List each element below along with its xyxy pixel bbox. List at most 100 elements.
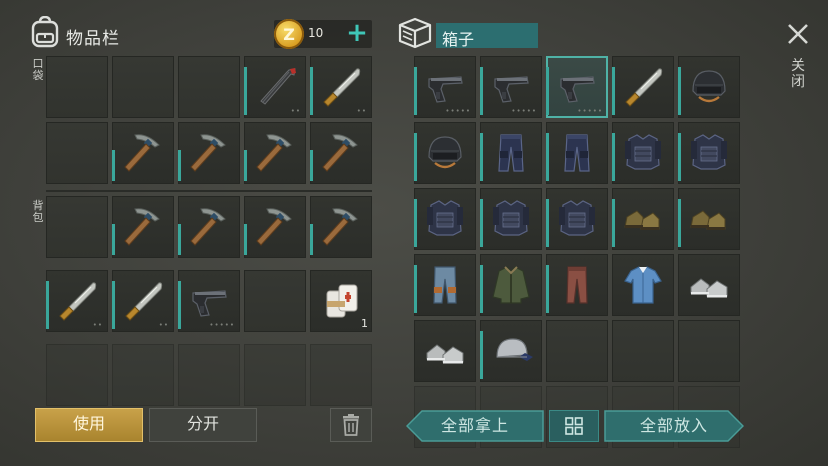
put-all-label: 全部放入 <box>639 416 708 435</box>
pants-armor-icon <box>564 134 590 172</box>
durability-bar <box>546 265 549 313</box>
box-grid: ••••• ••••• ••••• <box>414 56 740 448</box>
pistol-icon <box>428 76 463 103</box>
inventory-slot[interactable]: •• <box>46 270 108 332</box>
coin-count: 10 <box>308 26 324 40</box>
add-coins-button[interactable]: + <box>346 20 368 48</box>
inventory-slot[interactable] <box>178 196 240 258</box>
inventory-slot[interactable] <box>112 56 174 118</box>
inventory-slot[interactable] <box>244 270 306 332</box>
durability-bar <box>112 224 115 255</box>
sort-button[interactable] <box>549 410 599 442</box>
inventory-slot[interactable] <box>244 344 306 406</box>
shirt-icon <box>624 266 662 304</box>
box-slot[interactable] <box>546 122 608 184</box>
boots-icon <box>690 210 726 230</box>
inventory-slot[interactable] <box>46 122 108 184</box>
vest-icon <box>559 200 595 236</box>
item-level-dots: •• <box>290 107 301 115</box>
box-slot[interactable] <box>480 188 542 250</box>
item-level-dots: •• <box>92 321 103 329</box>
inventory-slot[interactable] <box>244 122 306 184</box>
backpack-icon <box>31 16 59 48</box>
item-quantity: 1 <box>361 317 368 330</box>
crowbar-icon <box>260 68 296 105</box>
jeans-icon <box>433 266 457 304</box>
inventory-slot[interactable] <box>244 196 306 258</box>
pistol-icon <box>560 76 595 103</box>
trash-button[interactable] <box>330 408 372 442</box>
box-slot[interactable] <box>546 254 608 316</box>
inventory-slot[interactable] <box>46 196 108 258</box>
box-slot[interactable] <box>414 188 476 250</box>
durability-bar <box>480 199 483 247</box>
inventory-slot[interactable]: •• <box>310 56 372 118</box>
inventory-slot[interactable]: •• <box>112 270 174 332</box>
box-slot[interactable]: ••••• <box>480 56 542 118</box>
close-icon[interactable] <box>786 22 810 46</box>
box-slot[interactable] <box>678 56 740 118</box>
box-slot[interactable]: ••••• <box>546 56 608 118</box>
take-all-button[interactable]: 全部拿上 <box>406 410 544 442</box>
box-slot[interactable] <box>678 320 740 382</box>
box-slot[interactable] <box>678 122 740 184</box>
box-slot[interactable] <box>480 320 542 382</box>
box-slot[interactable] <box>414 320 476 382</box>
durability-bar <box>310 150 313 181</box>
box-slot[interactable] <box>546 320 608 382</box>
vest-icon <box>427 200 463 236</box>
inventory-slot[interactable] <box>112 344 174 406</box>
box-slot[interactable] <box>612 254 674 316</box>
box-slot[interactable] <box>612 320 674 382</box>
box-slot[interactable] <box>612 188 674 250</box>
section-divider <box>46 190 372 192</box>
durability-bar <box>178 224 181 255</box>
machete-icon <box>323 68 361 107</box>
put-all-button[interactable]: 全部放入 <box>604 410 744 442</box>
durability-bar <box>480 265 483 313</box>
durability-bar <box>178 150 181 181</box>
inventory-slot[interactable]: 1 <box>310 270 372 332</box>
box-slot[interactable] <box>414 122 476 184</box>
inventory-slot[interactable] <box>178 344 240 406</box>
inventory-slot[interactable]: •• <box>244 56 306 118</box>
box-slot[interactable] <box>414 254 476 316</box>
item-level-dots: ••••• <box>209 321 235 329</box>
pickaxe-icon <box>322 208 358 246</box>
inventory-slot[interactable] <box>310 122 372 184</box>
inventory-slot[interactable] <box>310 196 372 258</box>
box-title-bar: 箱子 <box>436 23 538 49</box>
inventory-slot[interactable] <box>46 56 108 118</box>
cap-icon <box>496 338 533 361</box>
durability-bar <box>678 67 681 115</box>
helmet-icon <box>428 136 462 169</box>
split-button[interactable]: 分开 <box>149 408 257 442</box>
box-slot[interactable] <box>546 188 608 250</box>
box-slot[interactable] <box>480 122 542 184</box>
inventory-slot[interactable]: ••••• <box>178 270 240 332</box>
box-slot[interactable] <box>612 56 674 118</box>
durability-bar <box>546 199 549 247</box>
box-slot[interactable]: ••••• <box>414 56 476 118</box>
use-button[interactable]: 使用 <box>35 408 143 442</box>
box-slot[interactable] <box>678 254 740 316</box>
durability-bar <box>310 67 313 115</box>
inventory-slot[interactable] <box>112 196 174 258</box>
machete-icon <box>625 68 663 107</box>
box-slot[interactable] <box>612 122 674 184</box>
box-slot[interactable] <box>678 188 740 250</box>
trash-icon <box>343 414 359 436</box>
inventory-slot[interactable] <box>310 344 372 406</box>
box-slot[interactable] <box>480 254 542 316</box>
inventory-slot[interactable] <box>112 122 174 184</box>
close-label[interactable]: 关闭 <box>790 58 806 90</box>
inventory-slot[interactable] <box>46 344 108 406</box>
inventory-title: 物品栏 <box>66 29 120 49</box>
inventory-slot[interactable] <box>178 56 240 118</box>
machete-icon <box>125 282 163 321</box>
inventory-slot[interactable] <box>178 122 240 184</box>
sneakers-icon <box>690 278 728 298</box>
pickaxe-icon <box>124 134 160 172</box>
durability-bar <box>546 67 549 115</box>
item-level-dots: •• <box>356 107 367 115</box>
